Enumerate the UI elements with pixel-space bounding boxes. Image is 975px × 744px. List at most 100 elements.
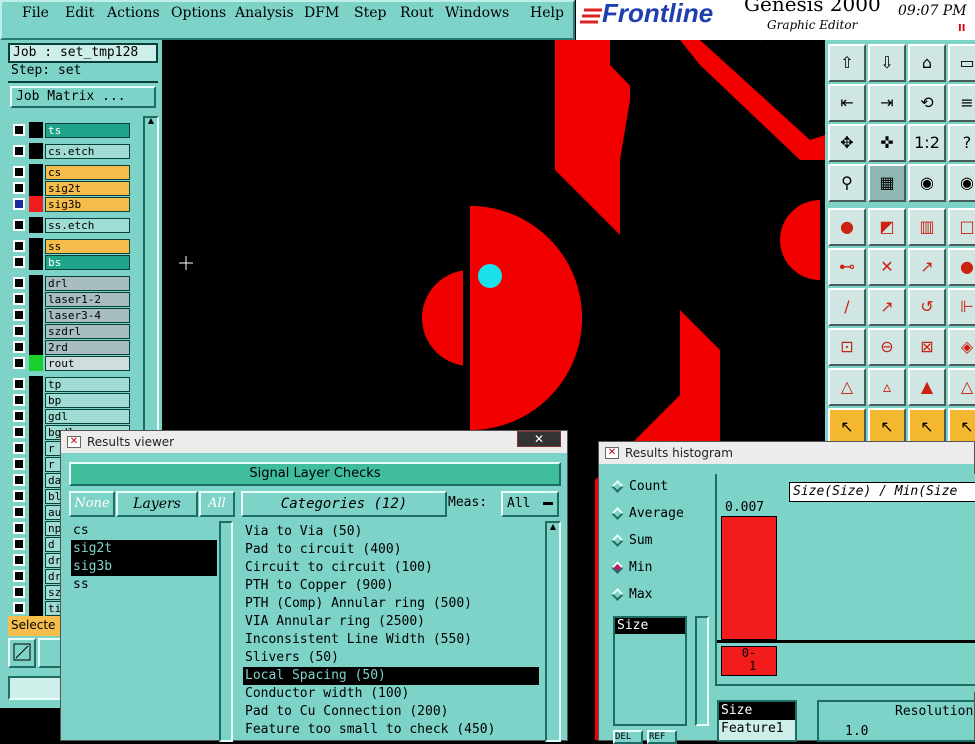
category-item[interactable]: Feature too small to check (450) <box>243 721 539 739</box>
tool-button[interactable]: ⇤ <box>828 84 866 122</box>
layer-row[interactable]: ss <box>10 238 130 254</box>
layer-checkbox[interactable] <box>13 240 25 252</box>
layer-color-swatch[interactable] <box>29 392 43 408</box>
menu-options[interactable]: Options <box>171 5 226 21</box>
tool-button[interactable]: ▥ <box>908 208 946 246</box>
layer-color-swatch[interactable] <box>29 376 43 392</box>
layer-checkbox[interactable] <box>13 458 25 470</box>
layer-color-swatch[interactable] <box>29 520 43 536</box>
tool-button[interactable]: ⇥ <box>868 84 906 122</box>
layer-color-swatch[interactable] <box>29 568 43 584</box>
layer-checkbox[interactable] <box>13 522 25 534</box>
tool-button[interactable]: ⚲ <box>828 164 866 202</box>
zoom-tool-button[interactable] <box>8 638 36 668</box>
layer-checkbox[interactable] <box>13 538 25 550</box>
layer-row[interactable]: 2rd <box>10 339 130 355</box>
layer-row[interactable]: laser1-2 <box>10 291 130 307</box>
tool-button[interactable]: ✕ <box>868 248 906 286</box>
layer-checkbox[interactable] <box>13 570 25 582</box>
layer-color-swatch[interactable] <box>29 217 43 233</box>
layer-checkbox[interactable] <box>13 182 25 194</box>
layer-color-swatch[interactable] <box>29 291 43 307</box>
layer-color-swatch[interactable] <box>29 254 43 270</box>
ref-button[interactable]: REF <box>647 730 677 744</box>
scroll-up-icon[interactable]: ▲ <box>144 116 158 128</box>
tool-button[interactable]: ⊖ <box>868 328 906 366</box>
layer-checkbox[interactable] <box>13 219 25 231</box>
layer-color-swatch[interactable] <box>29 424 43 440</box>
layer-name[interactable]: laser1-2 <box>45 292 130 307</box>
layer-row[interactable]: bs <box>10 254 130 270</box>
job-field[interactable]: Job : set_tmp128 <box>8 43 158 63</box>
layer-row[interactable]: szdrl <box>10 323 130 339</box>
tool-button[interactable]: ⊠ <box>908 328 946 366</box>
tool-button[interactable]: ∕ <box>828 288 866 326</box>
layer-list-scrollbar[interactable] <box>219 521 233 742</box>
radio-diamond-icon[interactable] <box>611 561 624 574</box>
layer-checkbox[interactable] <box>13 124 25 136</box>
layer-result-item[interactable]: cs <box>71 522 217 540</box>
layer-color-swatch[interactable] <box>29 122 43 138</box>
all-button[interactable]: All <box>199 491 235 517</box>
layer-checkbox[interactable] <box>13 586 25 598</box>
menu-edit[interactable]: Edit <box>65 5 94 21</box>
menu-windows[interactable]: Windows <box>445 5 509 21</box>
tool-button[interactable]: ⊷ <box>828 248 866 286</box>
layer-color-swatch[interactable] <box>29 408 43 424</box>
layer-checkbox[interactable] <box>13 325 25 337</box>
layer-name[interactable]: 2rd <box>45 340 130 355</box>
category-item[interactable]: VIA Annular ring (2500) <box>243 613 539 631</box>
scroll-up-icon[interactable]: ▲ <box>547 522 559 531</box>
category-item[interactable]: Pad to Cu Connection (200) <box>243 703 539 721</box>
layer-checkbox[interactable] <box>13 293 25 305</box>
layer-checkbox[interactable] <box>13 554 25 566</box>
category-item[interactable]: Conductor width (100) <box>243 685 539 703</box>
layer-color-swatch[interactable] <box>29 488 43 504</box>
layer-color-swatch[interactable] <box>29 552 43 568</box>
tool-button[interactable]: ⌂ <box>908 44 946 82</box>
layer-checkbox[interactable] <box>13 198 25 210</box>
layer-checkbox[interactable] <box>13 166 25 178</box>
layer-row[interactable]: tp <box>10 376 130 392</box>
layer-row[interactable]: laser3-4 <box>10 307 130 323</box>
none-button[interactable]: None <box>69 491 115 517</box>
layer-color-swatch[interactable] <box>29 143 43 159</box>
layer-name[interactable]: laser3-4 <box>45 308 130 323</box>
layer-color-swatch[interactable] <box>29 307 43 323</box>
category-item[interactable]: Via to Via (50) <box>243 523 539 541</box>
tool-button[interactable]: ▵ <box>868 368 906 406</box>
layer-name[interactable]: drl <box>45 276 130 291</box>
layer-color-swatch[interactable] <box>29 472 43 488</box>
tool-button[interactable]: ✥ <box>828 124 866 162</box>
layer-color-swatch[interactable] <box>29 600 43 616</box>
categories-button[interactable]: Categories (12) <box>241 491 447 517</box>
layer-checkbox[interactable] <box>13 426 25 438</box>
layer-color-swatch[interactable] <box>29 456 43 472</box>
result-table[interactable]: Size Feature1 <box>717 700 797 742</box>
layer-name[interactable]: sig3b <box>45 197 130 212</box>
layer-checkbox[interactable] <box>13 277 25 289</box>
size-list[interactable]: Size <box>613 616 687 726</box>
layer-checkbox[interactable] <box>13 394 25 406</box>
job-matrix-button[interactable]: Job Matrix ... <box>10 86 156 108</box>
layer-result-list[interactable]: cs sig2t sig3b ss <box>71 522 217 742</box>
layer-row[interactable]: cs <box>10 164 130 180</box>
menu-rout[interactable]: Rout <box>400 5 434 21</box>
tool-button[interactable]: ✜ <box>868 124 906 162</box>
category-item[interactable]: Slivers (50) <box>243 649 539 667</box>
menu-help[interactable]: Help <box>530 5 564 21</box>
layers-button[interactable]: Layers <box>116 491 198 517</box>
layer-row[interactable]: ts <box>10 122 130 138</box>
option-max[interactable]: Max <box>609 584 652 606</box>
layer-color-swatch[interactable] <box>29 323 43 339</box>
tool-button[interactable]: ▲ <box>908 368 946 406</box>
meas-dropdown[interactable]: All <box>501 491 559 517</box>
close-button[interactable]: ✕ <box>517 431 561 447</box>
menu-file[interactable]: File <box>22 5 49 21</box>
layer-color-swatch[interactable] <box>29 339 43 355</box>
layer-result-item[interactable]: ss <box>71 576 217 594</box>
layer-name[interactable]: szdrl <box>45 324 130 339</box>
layer-row[interactable]: cs.etch <box>10 143 130 159</box>
tool-button[interactable]: 1:2 <box>908 124 946 162</box>
tool-button[interactable]: ● <box>828 208 866 246</box>
